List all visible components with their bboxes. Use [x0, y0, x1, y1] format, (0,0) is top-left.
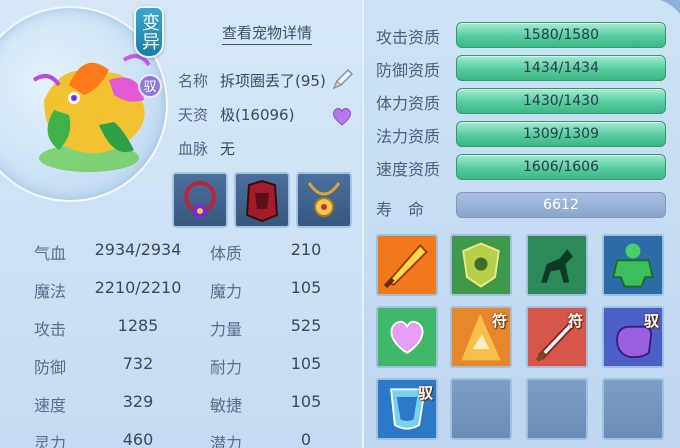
- pet-bloodline-row: 血脉 无: [178, 138, 235, 159]
- attribute-value: 0: [300, 430, 312, 448]
- heart-icon[interactable]: [330, 104, 354, 128]
- necklace-icon: [184, 181, 216, 218]
- equipment-slot-3[interactable]: [296, 172, 352, 228]
- aptitude-label: 法力资质: [376, 127, 441, 146]
- stat-value: 732: [122, 354, 154, 373]
- empty-skill-slot[interactable]: [450, 378, 512, 440]
- aptitude-label: 防御资质: [376, 61, 441, 80]
- lifespan-label: 寿 命: [376, 200, 425, 219]
- attribute-label: 耐力: [210, 358, 243, 377]
- corner-ornament-icon: [660, 0, 680, 14]
- fire-talisman-skill[interactable]: 符: [450, 306, 512, 368]
- attribute-value: 210: [290, 240, 322, 259]
- attribute-label: 体质: [210, 244, 243, 263]
- pet-bloodline-value: 无: [220, 140, 236, 158]
- pet-qilin-image: [32, 54, 151, 172]
- attribute-value: 105: [290, 392, 322, 411]
- aptitude-bar: 1430/1430: [456, 88, 666, 114]
- mutation-badge: 变异: [134, 6, 164, 58]
- aptitude-bar: 1309/1309: [456, 121, 666, 147]
- heart-skill-icon: [378, 308, 436, 366]
- stat-value: 460: [122, 430, 154, 448]
- stat-label: 速度: [34, 396, 67, 415]
- attribute-label: 敏捷: [210, 396, 243, 415]
- skill-tag: 符: [491, 312, 507, 330]
- stat-label: 魔法: [34, 282, 67, 301]
- blue-shield-skill[interactable]: 驭: [376, 378, 438, 440]
- attribute-label: 力量: [210, 320, 243, 339]
- pet-name-row: 名称 拆项圈丢了(95): [178, 70, 326, 91]
- skill-tag: 符: [567, 312, 583, 330]
- armor-icon: [245, 179, 279, 223]
- aptitude-bar: 1606/1606: [456, 154, 666, 180]
- attribute-label: 魔力: [210, 282, 243, 301]
- stat-value: 1285: [117, 316, 159, 335]
- attribute-value: 525: [290, 316, 322, 335]
- equipment-slot-2[interactable]: [234, 172, 290, 228]
- stat-value: 329: [122, 392, 154, 411]
- green-giant-skill-icon: [604, 236, 662, 294]
- empty-skill-slot[interactable]: [602, 378, 664, 440]
- pet-aptitude-value: 极(16096): [220, 106, 295, 124]
- aptitude-bar: 1580/1580: [456, 22, 666, 48]
- stat-label: 灵力: [34, 434, 67, 448]
- equipment-slot-1[interactable]: [172, 172, 228, 228]
- shield-guard-skill-icon: [452, 236, 510, 294]
- sword-talisman-skill[interactable]: 符: [526, 306, 588, 368]
- bloodline-label: 血脉: [178, 140, 209, 158]
- rename-pencil-icon[interactable]: [328, 66, 356, 94]
- stat-label: 攻击: [34, 320, 67, 339]
- pet-name-value: 拆项圈丢了(95): [220, 72, 326, 90]
- aptitude-label: 体力资质: [376, 94, 441, 113]
- shield-guard-skill[interactable]: [450, 234, 512, 296]
- stat-label: 防御: [34, 358, 67, 377]
- aptitude-label: 速度资质: [376, 160, 441, 179]
- skill-tag: 驭: [417, 384, 433, 402]
- stat-value: 2210/2210: [94, 278, 182, 297]
- lifespan-bar: 6612: [456, 192, 666, 218]
- amulet-icon: [307, 182, 341, 217]
- flame-sword-skill-icon: [378, 236, 436, 294]
- flame-sword-skill[interactable]: [376, 234, 438, 296]
- attribute-value: 105: [290, 278, 322, 297]
- aptitude-label: 天资: [178, 106, 209, 124]
- horse-skill-icon: [528, 236, 586, 294]
- name-label: 名称: [178, 72, 209, 90]
- horse-skill[interactable]: [526, 234, 588, 296]
- stat-value: 2934/2934: [94, 240, 182, 259]
- skill-tag: 驭: [643, 312, 659, 330]
- heart-skill[interactable]: [376, 306, 438, 368]
- pet-aptitude-row: 天资 极(16096): [178, 104, 294, 125]
- view-pet-details-link[interactable]: 查看宠物详情: [222, 22, 313, 45]
- empty-skill-slot[interactable]: [526, 378, 588, 440]
- stat-label: 气血: [34, 244, 67, 263]
- aptitude-bar: 1434/1434: [456, 55, 666, 81]
- attribute-label: 潜力: [210, 434, 243, 448]
- green-giant-skill[interactable]: [602, 234, 664, 296]
- attribute-value: 105: [290, 354, 322, 373]
- aptitude-label: 攻击资质: [376, 28, 441, 47]
- purple-fist-skill[interactable]: 驭: [602, 306, 664, 368]
- rider-badge: 驭: [138, 74, 162, 98]
